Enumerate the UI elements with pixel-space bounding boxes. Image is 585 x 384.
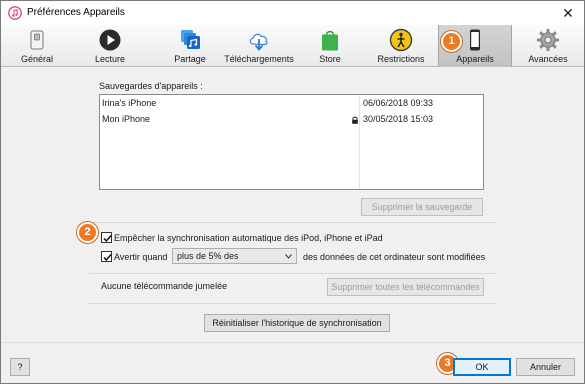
checkmark-icon [103,235,112,243]
help-button[interactable]: ? [10,358,30,376]
reset-sync-history-button[interactable]: Réinitialiser l'historique de synchronis… [204,314,390,332]
iphone-icon [470,29,480,51]
general-switch-icon [30,30,44,50]
tab-playback-label: Lecture [94,54,126,64]
step-badge-1: 1 [441,31,462,52]
warn-threshold-select[interactable]: plus de 5% des [172,248,297,264]
footer-divider [1,342,584,343]
window-title: Préférences Appareils [27,7,125,18]
remotes-status: Aucune télécommande jumelée [101,281,228,291]
backup-date: 30/05/2018 15:03 [363,114,434,124]
warn-suffix-label: des données de cet ordinateur sont modif… [303,252,486,262]
divider [89,273,496,274]
tab-restrictions-label: Restrictions [377,54,425,64]
chevron-down-icon [285,254,292,259]
tab-sharing-label: Partage [174,54,206,64]
itunes-icon [8,6,22,20]
tab-restrictions[interactable]: Restrictions [369,25,433,67]
tab-playback[interactable]: Lecture [81,25,139,67]
tab-downloads-label: Téléchargements [224,54,294,64]
prevent-sync-label: Empêcher la synchronisation automatique … [114,233,383,243]
prevent-sync-checkbox[interactable] [101,232,112,243]
restrictions-icon [389,28,413,52]
preferences-window: Préférences Appareils ✕ Général Lecture [0,0,585,384]
step-badge-2: 2 [77,222,98,243]
tab-store[interactable]: Store [305,25,355,67]
warn-label: Avertir quand [114,252,168,262]
backup-row[interactable]: Mon iPhone 30/05/2018 15:03 [100,113,483,127]
cloud-download-icon [249,33,268,51]
checkmark-icon [103,254,112,262]
ok-button[interactable]: OK [453,358,511,376]
tab-general[interactable]: Général [9,25,65,67]
play-icon [99,29,121,51]
store-bag-icon [322,30,338,51]
cancel-button[interactable]: Annuler [516,358,575,376]
tab-store-label: Store [319,54,341,64]
title-bar: Préférences Appareils ✕ [1,1,584,25]
gear-icon [537,29,559,51]
preferences-toolbar: Général Lecture Partage Téléchargements … [1,25,584,67]
tab-sharing[interactable]: Partage [161,25,219,67]
delete-backup-button[interactable]: Supprimer la sauvegarde [361,198,483,216]
backups-heading: Sauvegardes d'appareils : [99,81,203,91]
divider [89,222,496,223]
tab-advanced[interactable]: Avancées [517,25,579,67]
backup-row[interactable]: Irina's iPhone 06/06/2018 09:33 [100,97,483,111]
backup-date: 06/06/2018 09:33 [363,98,434,108]
tab-general-label: Général [20,54,54,64]
close-icon[interactable]: ✕ [558,4,578,22]
backup-device-name: Mon iPhone [102,114,151,124]
backup-device-name: Irina's iPhone [102,98,157,108]
warn-checkbox[interactable] [101,251,112,262]
tab-downloads[interactable]: Téléchargements [219,25,299,67]
remove-remotes-button[interactable]: Supprimer toutes les télécommandes [327,278,484,296]
tab-devices-label: Appareils [456,54,494,64]
warn-threshold-value: plus de 5% des [177,251,239,261]
tab-advanced-label: Avancées [528,54,568,64]
sharing-icon [181,30,200,49]
lock-icon [352,116,358,124]
divider [89,303,496,304]
device-backup-list[interactable]: Irina's iPhone 06/06/2018 09:33 Mon iPho… [99,94,484,190]
